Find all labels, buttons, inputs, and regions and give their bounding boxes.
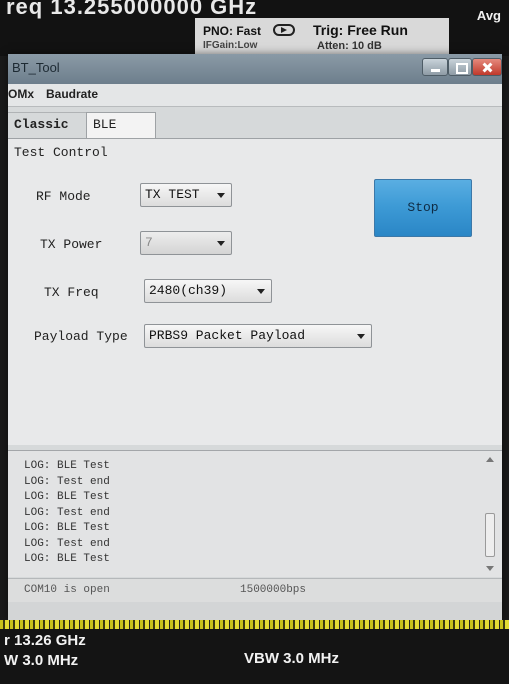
sweep-arrow-icon <box>273 24 295 36</box>
tx-freq-label: TX Freq <box>44 285 99 300</box>
window-title: BT_Tool <box>12 60 60 75</box>
chevron-down-icon <box>357 334 365 339</box>
chevron-down-icon <box>217 193 225 198</box>
log-line: LOG: Test end <box>24 506 110 519</box>
tx-freq-value: 2480(ch39) <box>149 283 228 298</box>
test-control-panel: Test Control RF Mode TX TEST TX Power 7 … <box>8 138 502 445</box>
chevron-down-icon <box>217 241 225 246</box>
payload-type-value: PRBS9 Packet Payload <box>149 328 306 343</box>
log-area[interactable]: LOG: BLE Test LOG: Test end LOG: BLE Tes… <box>8 450 502 577</box>
log-lines: LOG: BLE Test LOG: Test end LOG: BLE Tes… <box>24 459 110 568</box>
baud-status: 1500000bps <box>240 584 307 596</box>
chevron-down-icon <box>257 289 265 294</box>
close-icon[interactable] <box>472 58 502 76</box>
rf-mode-select[interactable]: TX TEST <box>140 183 232 207</box>
window-titlebar[interactable]: BT_Tool <box>8 54 502 84</box>
log-line: LOG: BLE Test <box>24 553 110 565</box>
analyzer-if-gain: IFGain:Low <box>203 40 258 51</box>
log-line: LOG: BLE Test <box>24 522 110 534</box>
rf-mode-label: RF Mode <box>36 189 91 204</box>
port-status: COM10 is open <box>24 584 110 596</box>
maximize-icon[interactable] <box>448 58 472 76</box>
payload-type-label: Payload Type <box>34 329 128 344</box>
tx-power-label: TX Power <box>40 237 103 252</box>
scroll-thumb[interactable] <box>485 513 495 557</box>
payload-type-select[interactable]: PRBS9 Packet Payload <box>144 324 372 348</box>
analyzer-trig: Trig: Free Run <box>313 22 408 38</box>
analyzer-center-freq: req 13.255000000 GHz <box>6 0 258 19</box>
tx-power-value: 7 <box>145 235 153 250</box>
menu-com[interactable]: OMx <box>8 87 34 101</box>
window-bottom-edge <box>8 602 502 620</box>
analyzer-vbw: VBW 3.0 MHz <box>244 650 340 667</box>
bt-tool-window: BT_Tool OMx Baudrate Classic BLE Test Co… <box>8 54 502 620</box>
analyzer-pno: PNO: Fast <box>203 24 262 38</box>
analyzer-status-strip: PNO: Fast IFGain:Low Trig: Free Run Atte… <box>195 18 449 54</box>
rf-mode-value: TX TEST <box>145 187 200 202</box>
menubar: OMx Baudrate <box>8 84 502 107</box>
stop-button[interactable]: Stop <box>374 179 472 237</box>
tab-ble[interactable]: BLE <box>86 112 156 138</box>
log-line: LOG: Test end <box>24 475 110 488</box>
scroll-down-icon[interactable] <box>486 566 494 571</box>
scroll-up-icon[interactable] <box>486 457 494 462</box>
analyzer-center-freq-bottom: r 13.26 GHz <box>4 632 86 649</box>
tab-classic[interactable]: Classic <box>8 112 86 138</box>
statusbar: COM10 is open 1500000bps <box>8 578 502 603</box>
log-line: LOG: BLE Test <box>24 491 110 503</box>
analyzer-footer: r 13.26 GHz W 3.0 MHz VBW 3.0 MHz <box>0 620 509 684</box>
minimize-icon[interactable] <box>422 58 448 76</box>
log-line: LOG: BLE Test <box>24 460 110 472</box>
spectrum-trace-strip <box>0 620 509 629</box>
log-scrollbar[interactable] <box>484 455 496 573</box>
tx-freq-select[interactable]: 2480(ch39) <box>144 279 272 303</box>
analyzer-rbw: W 3.0 MHz <box>4 652 79 669</box>
analyzer-avg: Avg <box>476 8 501 23</box>
analyzer-atten: Atten: 10 dB <box>317 40 382 52</box>
analyzer-header: req 13.255000000 GHz Avg PNO: Fast IFGai… <box>0 0 509 56</box>
test-control-title: Test Control <box>14 145 108 160</box>
menu-baudrate[interactable]: Baudrate <box>46 87 98 101</box>
log-line: LOG: Test end <box>24 537 110 550</box>
tx-power-select[interactable]: 7 <box>140 231 232 255</box>
